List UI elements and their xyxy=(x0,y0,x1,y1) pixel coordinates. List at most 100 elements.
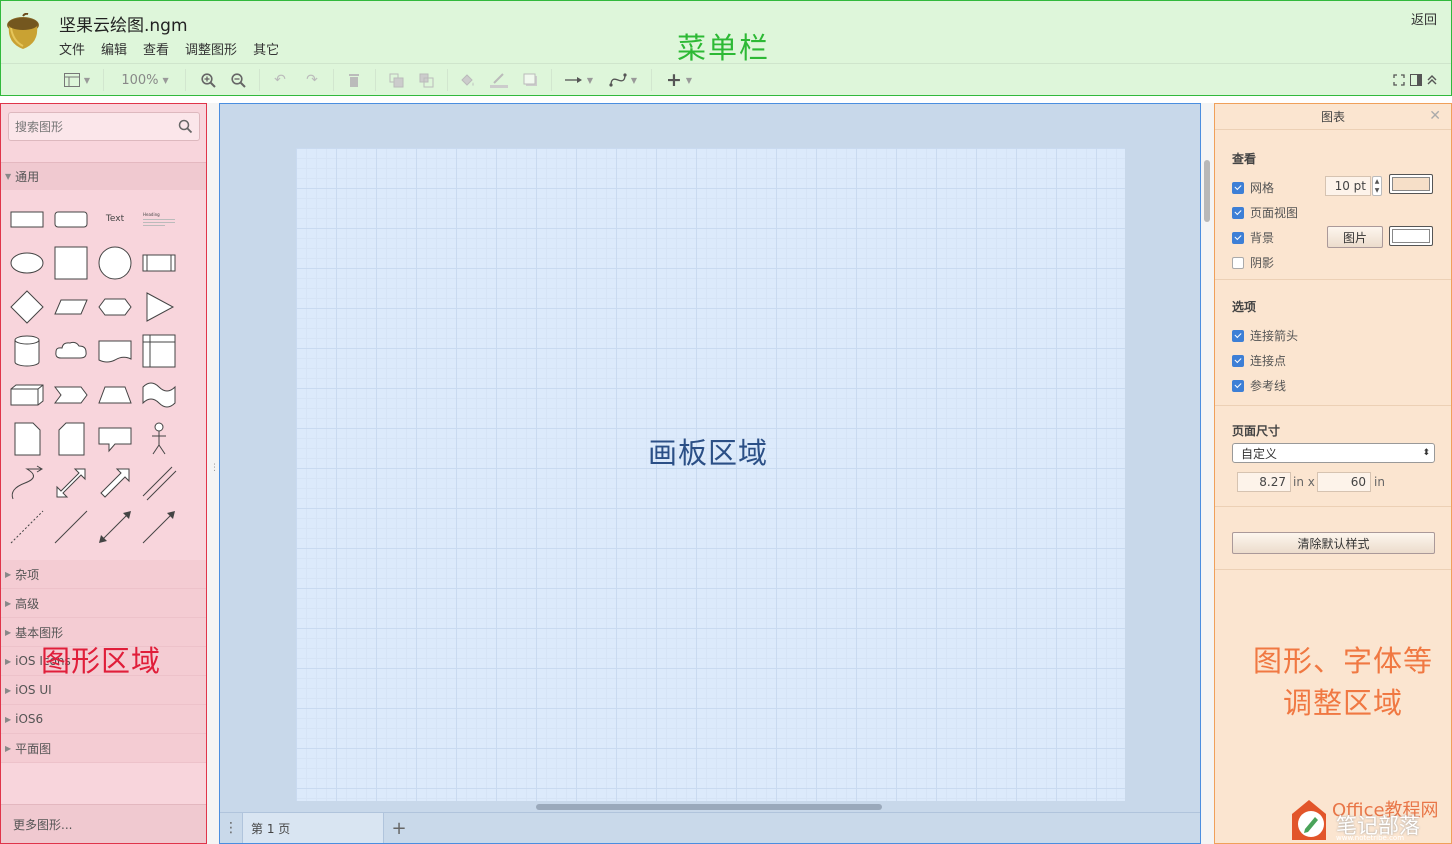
background-checkbox[interactable] xyxy=(1232,231,1244,244)
connection-arrows-checkbox[interactable] xyxy=(1232,329,1244,342)
rounded-rectangle-shape[interactable] xyxy=(51,199,91,239)
background-color-swatch[interactable] xyxy=(1389,226,1433,246)
page-width-input[interactable]: 8.27 xyxy=(1237,472,1291,492)
insert-button[interactable]: + ▼ xyxy=(661,64,697,96)
shadow-button[interactable] xyxy=(519,64,541,96)
search-input[interactable] xyxy=(9,113,174,140)
to-front-button[interactable] xyxy=(385,64,407,96)
step-shape[interactable] xyxy=(51,375,91,415)
file-title: 坚果云绘图.ngm xyxy=(59,16,188,36)
undo-button[interactable]: ↶ xyxy=(269,64,291,96)
circle-shape[interactable] xyxy=(95,243,135,283)
category-general[interactable]: ▼ 通用 xyxy=(1,162,206,190)
link-shape[interactable] xyxy=(139,463,179,503)
format-toggle-button[interactable]: ▼ xyxy=(59,64,95,96)
actor-shape[interactable] xyxy=(139,419,179,459)
triangle-shape[interactable] xyxy=(139,287,179,327)
connection-arrows-option[interactable]: 连接箭头 xyxy=(1232,327,1298,344)
tape-shape[interactable] xyxy=(139,375,179,415)
textbox-shape[interactable]: Heading xyxy=(139,199,179,239)
waypoints-button[interactable]: ▼ xyxy=(605,64,641,96)
callout-shape[interactable] xyxy=(95,419,135,459)
connection-points-option[interactable]: 连接点 xyxy=(1232,352,1286,369)
redo-button[interactable]: ↷ xyxy=(301,64,323,96)
diagram-page[interactable] xyxy=(296,148,1125,801)
line-shape[interactable] xyxy=(51,507,91,547)
category-advanced[interactable]: ▶ 高级 xyxy=(1,589,206,618)
page-tab[interactable]: 第 1 页 xyxy=(242,813,384,843)
shadow-checkbox[interactable] xyxy=(1232,256,1244,269)
category-ios-ui[interactable]: ▶ iOS UI xyxy=(1,676,206,705)
menu-arrange[interactable]: 调整图形 xyxy=(185,39,237,58)
cloud-shape[interactable] xyxy=(51,331,91,371)
watermark-line3: www.notetribe.com xyxy=(1336,834,1405,842)
more-shapes-button[interactable]: 更多图形... xyxy=(1,804,206,843)
category-ios6[interactable]: ▶ iOS6 xyxy=(1,705,206,734)
internal-storage-shape[interactable] xyxy=(139,331,179,371)
pages-menu-button[interactable]: ⋮ xyxy=(220,815,242,841)
cylinder-shape[interactable] xyxy=(7,331,47,371)
menu-edit[interactable]: 编辑 xyxy=(101,39,127,58)
page-height-input[interactable]: 60 xyxy=(1317,472,1371,492)
guides-option[interactable]: 参考线 xyxy=(1232,377,1286,394)
note-shape[interactable] xyxy=(7,419,47,459)
hexagon-shape[interactable] xyxy=(95,287,135,327)
directional-connector-shape[interactable] xyxy=(139,507,179,547)
arrow-shape[interactable] xyxy=(95,463,135,503)
square-shape[interactable] xyxy=(51,243,91,283)
connection-points-checkbox[interactable] xyxy=(1232,354,1244,367)
panel-toggle-button[interactable] xyxy=(1408,64,1424,96)
fill-color-button[interactable] xyxy=(457,64,479,96)
add-page-button[interactable]: + xyxy=(384,813,414,843)
collapse-button[interactable] xyxy=(1424,64,1440,96)
zoom-select[interactable]: 100% ▼ xyxy=(113,64,177,96)
zoom-out-button[interactable] xyxy=(227,64,249,96)
fullscreen-button[interactable] xyxy=(1391,64,1407,96)
to-back-button[interactable] xyxy=(415,64,437,96)
page-view-checkbox[interactable] xyxy=(1232,206,1244,219)
menu-file[interactable]: 文件 xyxy=(59,39,85,58)
bidirectional-arrow-shape[interactable] xyxy=(51,463,91,503)
cube-shape[interactable] xyxy=(7,375,47,415)
back-button[interactable]: 返回 xyxy=(1411,9,1437,28)
horizontal-scrollbar[interactable] xyxy=(536,804,882,810)
grid-color-swatch[interactable] xyxy=(1389,174,1433,194)
category-floorplan[interactable]: ▶ 平面图 xyxy=(1,734,206,763)
grid-checkbox[interactable] xyxy=(1232,181,1244,194)
clear-default-style-button[interactable]: 清除默认样式 xyxy=(1232,532,1435,554)
category-misc[interactable]: ▶ 杂项 xyxy=(1,560,206,589)
parallelogram-shape[interactable] xyxy=(51,287,91,327)
card-shape[interactable] xyxy=(51,419,91,459)
guides-checkbox[interactable] xyxy=(1232,379,1244,392)
background-option[interactable]: 背景 xyxy=(1232,229,1274,246)
process-shape[interactable] xyxy=(139,243,179,283)
text-shape[interactable]: Text xyxy=(95,199,135,239)
curve-shape[interactable] xyxy=(7,463,47,503)
grid-size-input[interactable]: 10 pt xyxy=(1325,176,1371,196)
dashed-line-shape[interactable] xyxy=(7,507,47,547)
rectangle-shape[interactable] xyxy=(7,199,47,239)
line-color-button[interactable] xyxy=(487,64,511,96)
canvas-area[interactable]: 画板区域 ⋮ 第 1 页 + xyxy=(219,103,1201,844)
connection-style-button[interactable]: ▼ xyxy=(561,64,597,96)
grid-option[interactable]: 网格 xyxy=(1232,179,1274,196)
ellipse-shape[interactable] xyxy=(7,243,47,283)
zoom-in-icon xyxy=(200,72,216,88)
vertical-scrollbar[interactable] xyxy=(1204,160,1210,222)
zoom-in-button[interactable] xyxy=(197,64,219,96)
delete-button[interactable] xyxy=(343,64,365,96)
shadow-option[interactable]: 阴影 xyxy=(1232,254,1274,271)
menu-extras[interactable]: 其它 xyxy=(253,39,279,58)
menu-view[interactable]: 查看 xyxy=(143,39,169,58)
trapezoid-shape[interactable] xyxy=(95,375,135,415)
diamond-shape[interactable] xyxy=(7,287,47,327)
panel-splitter[interactable]: ⋮ xyxy=(207,103,219,844)
document-shape[interactable] xyxy=(95,331,135,371)
page-view-option[interactable]: 页面视图 xyxy=(1232,204,1298,221)
grid-size-stepper[interactable]: ▲ ▼ xyxy=(1372,176,1382,196)
bidirectional-connector-shape[interactable] xyxy=(95,507,135,547)
close-icon[interactable]: ✕ xyxy=(1429,108,1441,124)
background-image-button[interactable]: 图片 xyxy=(1327,226,1383,248)
page-size-select[interactable]: 自定义 ⬍ xyxy=(1232,443,1435,463)
search-icon[interactable] xyxy=(178,119,193,134)
